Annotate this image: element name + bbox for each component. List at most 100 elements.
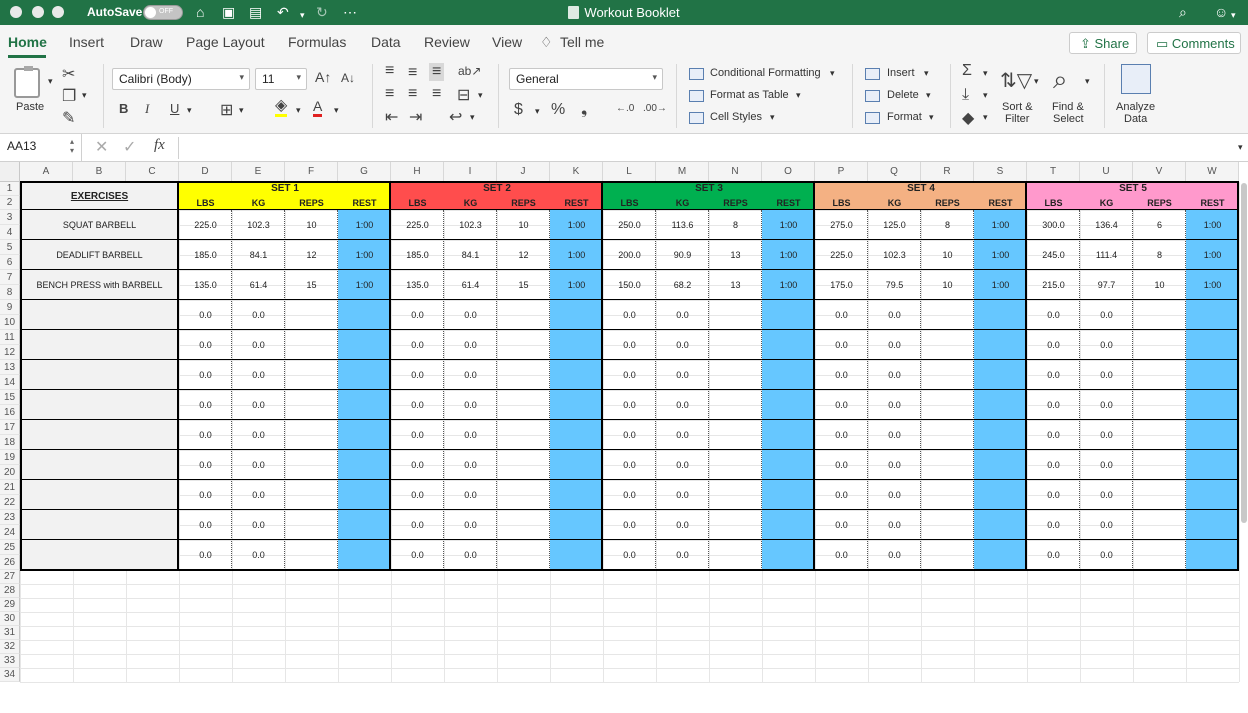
row-header-25[interactable]: 25 — [0, 540, 20, 555]
autosum-icon[interactable]: Σ — [962, 62, 972, 80]
row-header-26[interactable]: 26 — [0, 555, 20, 570]
autosum-dropdown-icon[interactable]: ▾ — [983, 68, 988, 79]
paste-dropdown-icon[interactable]: ▾ — [48, 76, 53, 87]
font-color-icon[interactable]: A — [313, 98, 323, 117]
row-header-19[interactable]: 19 — [0, 450, 20, 465]
column-header-U[interactable]: U — [1080, 162, 1133, 182]
cut-icon[interactable]: ✂ — [62, 64, 75, 84]
column-header-K[interactable]: K — [550, 162, 603, 182]
format-cells-icon[interactable] — [865, 112, 880, 124]
align-middle-icon[interactable]: ≡ — [408, 64, 417, 82]
row-header-6[interactable]: 6 — [0, 255, 20, 270]
sort-filter-label-1[interactable]: Sort & — [1002, 101, 1033, 113]
row-header-34[interactable]: 34 — [0, 668, 20, 682]
share-button[interactable]: ⇪ Share — [1069, 32, 1137, 54]
column-header-D[interactable]: D — [179, 162, 232, 182]
row-header-33[interactable]: 33 — [0, 654, 20, 668]
name-box-stepper-icon[interactable]: ▴ ▾ — [70, 137, 74, 155]
wrap-text-icon[interactable]: ↩ — [449, 107, 462, 127]
expand-formula-bar-icon[interactable]: ▾ — [1238, 142, 1243, 153]
sort-filter-icon[interactable]: ⇅▽ — [1000, 68, 1032, 93]
increase-font-size-icon[interactable]: A↑ — [315, 69, 331, 85]
column-header-L[interactable]: L — [603, 162, 656, 182]
row-header-31[interactable]: 31 — [0, 626, 20, 640]
column-header-T[interactable]: T — [1027, 162, 1080, 182]
format-as-table-button[interactable]: Format as Table — [710, 89, 789, 101]
row-header-10[interactable]: 10 — [0, 315, 20, 330]
tab-view[interactable]: View — [492, 34, 522, 50]
tab-home[interactable]: Home — [8, 34, 47, 50]
select-all-corner[interactable] — [0, 162, 20, 182]
column-header-B[interactable]: B — [73, 162, 126, 182]
find-select-dropdown-icon[interactable]: ▾ — [1085, 76, 1090, 87]
row-header-29[interactable]: 29 — [0, 598, 20, 612]
chevron-down-icon[interactable]: ▾ — [770, 112, 775, 123]
tab-data[interactable]: Data — [371, 34, 401, 50]
align-center-icon[interactable]: ≡ — [408, 85, 417, 103]
chevron-down-icon[interactable]: ▾ — [926, 90, 931, 101]
increase-indent-icon[interactable]: ⇥ — [409, 107, 422, 127]
search-icon[interactable]: ⌕ — [1179, 4, 1187, 20]
row-header-30[interactable]: 30 — [0, 612, 20, 626]
bold-icon[interactable]: B — [119, 101, 128, 116]
comments-button[interactable]: ▭ Comments — [1147, 32, 1241, 54]
tab-formulas[interactable]: Formulas — [288, 34, 346, 50]
row-header-24[interactable]: 24 — [0, 525, 20, 540]
tab-page-layout[interactable]: Page Layout — [186, 34, 265, 50]
paste-icon[interactable] — [14, 66, 40, 98]
row-header-14[interactable]: 14 — [0, 375, 20, 390]
spreadsheet-grid[interactable]: A B C D E F G H I J K L M N O P Q R S T U V W 1 2 3 4 5 6 7 8 9 10 11 12 13… — [0, 162, 1248, 713]
column-header-J[interactable]: J — [497, 162, 550, 182]
chevron-down-icon[interactable]: ▾ — [830, 68, 835, 79]
insert-cells-icon[interactable] — [865, 68, 880, 80]
comma-style-icon[interactable]: ❟ — [581, 101, 587, 119]
align-bottom-icon[interactable]: ≡ — [429, 63, 445, 81]
column-header-V[interactable]: V — [1133, 162, 1186, 182]
wrap-dropdown-icon[interactable]: ▾ — [470, 112, 475, 123]
column-header-Q[interactable]: Q — [868, 162, 921, 182]
column-header-A[interactable]: A — [20, 162, 73, 182]
cell-styles-button[interactable]: Cell Styles — [710, 111, 762, 123]
row-header-11[interactable]: 11 — [0, 330, 20, 345]
row-header-18[interactable]: 18 — [0, 435, 20, 450]
cancel-entry-icon[interactable]: ✕ — [95, 137, 108, 157]
column-header-P[interactable]: P — [815, 162, 868, 182]
align-left-icon[interactable]: ≡ — [385, 85, 394, 103]
copy-dropdown-icon[interactable]: ▾ — [82, 90, 87, 101]
column-header-S[interactable]: S — [974, 162, 1027, 182]
orientation-icon[interactable]: ab↗ — [458, 64, 481, 78]
copy-icon[interactable]: ❐ — [62, 86, 76, 106]
font-size-select[interactable]: 11 ▾ — [255, 68, 307, 90]
format-painter-icon[interactable]: ✎ — [62, 108, 75, 128]
row-header-22[interactable]: 22 — [0, 495, 20, 510]
decrease-indent-icon[interactable]: ⇤ — [385, 107, 398, 127]
merge-dropdown-icon[interactable]: ▾ — [478, 90, 483, 101]
chevron-down-icon[interactable]: ▾ — [929, 112, 934, 123]
decrease-font-size-icon[interactable]: A↓ — [341, 71, 355, 85]
analyze-data-icon[interactable] — [1121, 64, 1151, 94]
account-icon[interactable]: ☺ — [1214, 4, 1228, 20]
sort-filter-dropdown-icon[interactable]: ▾ — [1034, 76, 1039, 87]
chevron-down-icon[interactable]: ▾ — [924, 68, 929, 79]
underline-icon[interactable]: U — [170, 101, 179, 116]
align-right-icon[interactable]: ≡ — [432, 85, 441, 103]
find-select-label-2[interactable]: Select — [1053, 113, 1084, 125]
paste-button-label[interactable]: Paste — [16, 101, 44, 113]
borders-dropdown-icon[interactable]: ▾ — [239, 105, 244, 116]
row-header-16[interactable]: 16 — [0, 405, 20, 420]
sort-filter-label-2[interactable]: Filter — [1005, 113, 1029, 125]
analyze-data-label-1[interactable]: Analyze — [1116, 101, 1155, 113]
clear-dropdown-icon[interactable]: ▾ — [983, 112, 988, 123]
confirm-entry-icon[interactable]: ✓ — [123, 137, 136, 157]
row-header-32[interactable]: 32 — [0, 640, 20, 654]
column-header-I[interactable]: I — [444, 162, 497, 182]
column-header-N[interactable]: N — [709, 162, 762, 182]
row-header-3[interactable]: 3 — [0, 210, 20, 225]
row-header-4[interactable]: 4 — [0, 225, 20, 240]
row-header-2[interactable]: 2 — [0, 196, 20, 210]
font-name-select[interactable]: Calibri (Body) ▾ — [112, 68, 250, 90]
conditional-formatting-icon[interactable] — [689, 68, 704, 80]
merge-center-icon[interactable]: ⊟ — [457, 85, 470, 105]
currency-icon[interactable]: $ — [514, 101, 523, 119]
fill-color-dropdown-icon[interactable]: ▾ — [296, 105, 301, 116]
